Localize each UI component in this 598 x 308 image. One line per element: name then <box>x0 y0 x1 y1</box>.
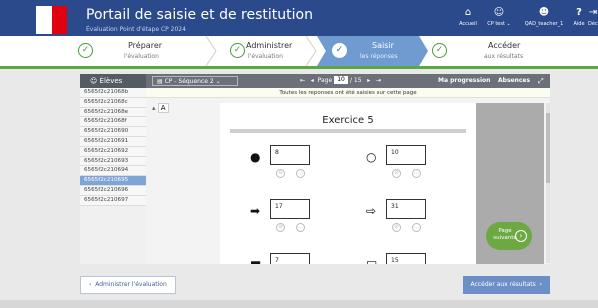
title-underline <box>230 129 466 133</box>
no-answer-icon[interactable]: … <box>296 223 305 232</box>
check-icon: ✓ <box>78 43 93 58</box>
pager: ⇤ ◂ Page 10 / 15 ▸ ⇥ <box>300 76 382 84</box>
republique-francaise-logo <box>21 6 67 34</box>
answer-field[interactable]: 31 <box>386 199 426 219</box>
exercise-title: Exercice 5 <box>322 115 374 126</box>
exercise-area: ▴ A Exercice 5 ● 8 ⊘ … ○ 10 ⊘ … ➡ 17 ⊘ …… <box>146 98 550 264</box>
logout-icon: ⇥ <box>588 7 598 18</box>
step-separator-icon <box>205 36 217 66</box>
step-results[interactable]: ✓ Accéder aux résultats <box>432 36 552 66</box>
home-icon: ⌂ <box>464 7 472 18</box>
student-item[interactable]: 6565f2c210692 <box>80 146 146 157</box>
status-strip <box>0 300 598 308</box>
students-header: ☺ Élèves <box>80 74 146 88</box>
no-answer-icon[interactable]: … <box>412 223 421 232</box>
progress-divider <box>0 66 598 69</box>
student-item[interactable]: 6565f2c21068c <box>80 97 146 108</box>
user-icon: ☻ <box>538 7 550 18</box>
student-item[interactable]: 6565f2c210693 <box>80 156 146 167</box>
chevron-left-icon: ‹ <box>89 281 92 288</box>
outline-arrow-icon: ⇨ <box>366 204 377 218</box>
student-item[interactable]: 6565f2c21068f <box>80 117 146 128</box>
page-number-input[interactable]: 10 <box>334 76 349 84</box>
student-item[interactable]: 6565f2c210691 <box>80 136 146 147</box>
outline-square-icon: □ <box>366 259 377 264</box>
no-answer-icon[interactable]: … <box>412 169 421 178</box>
filled-square-icon: ■ <box>250 259 261 264</box>
prev-page-icon[interactable]: ◂ <box>311 77 314 84</box>
app-header: Portail de saisie et de restitution Éval… <box>0 0 598 36</box>
book-icon: ▤ <box>157 78 163 85</box>
scrollbar-thumb[interactable] <box>546 113 550 183</box>
step-prepare[interactable]: ✓ Préparer l'évaluation <box>78 36 208 66</box>
incorrect-icon[interactable]: ⊘ <box>276 169 285 178</box>
answer-field[interactable]: 15 <box>386 253 426 264</box>
filled-arrow-icon: ➡ <box>250 204 261 218</box>
student-item[interactable]: 6565f2c210690 <box>80 127 146 137</box>
next-page-icon[interactable]: ▸ <box>367 77 370 84</box>
no-answer-icon[interactable]: … <box>296 169 305 178</box>
chevron-down-icon: ⌄ <box>215 78 221 85</box>
chevron-right-icon: › <box>539 281 542 288</box>
step-separator-icon <box>305 36 317 66</box>
font-size-control[interactable]: ▴ A <box>152 103 169 113</box>
check-icon: ✓ <box>432 43 447 58</box>
answer-field[interactable]: 8 <box>270 145 310 165</box>
incorrect-icon[interactable]: ⊘ <box>392 223 401 232</box>
student-item[interactable]: 6565f2c21068b <box>80 88 146 98</box>
first-page-icon[interactable]: ⇤ <box>300 77 305 84</box>
scrollbar[interactable] <box>546 103 550 263</box>
check-icon: ✓ <box>332 43 347 58</box>
nav-logout[interactable]: ⇥ Déconnexion <box>588 4 598 34</box>
nav-class-select[interactable]: ☺ CP test ⌄ <box>484 4 514 34</box>
student-item[interactable]: 6565f2c210696 <box>80 185 146 196</box>
exercise-sheet: Exercice 5 ● 8 ⊘ … ○ 10 ⊘ … ➡ 17 ⊘ … ⇨ 3… <box>220 103 476 264</box>
step-enter-answers[interactable]: ✓ Saisir les réponses <box>317 36 428 66</box>
student-item[interactable]: 6565f2c21068e <box>80 107 146 118</box>
sequence-select[interactable]: ▤ CP - Séquence 2 ⌄ <box>152 76 238 86</box>
incorrect-icon[interactable]: ⊘ <box>392 169 401 178</box>
absences-button[interactable]: Absences <box>498 74 530 88</box>
font-decrease-icon[interactable]: ▴ <box>152 104 156 112</box>
student-item[interactable]: 6565f2c210694 <box>80 166 146 177</box>
nav-help[interactable]: ? Aide <box>572 4 586 34</box>
group-icon: ☺ <box>493 7 505 18</box>
chevron-right-icon: › <box>515 230 527 242</box>
filled-circle-icon: ● <box>250 150 261 164</box>
help-icon: ? <box>576 7 582 18</box>
answer-field[interactable]: 7 <box>270 253 310 264</box>
step-administer[interactable]: ✓ Administrer l'évaluation <box>218 36 318 66</box>
nav-home[interactable]: ⌂ Accueil <box>456 4 480 34</box>
student-item[interactable]: 6565f2c210695 <box>80 176 146 186</box>
results-button[interactable]: Accéder aux résultats › <box>462 276 550 294</box>
app-subtitle: Évaluation Point d'étape CP 2024 <box>86 26 186 33</box>
next-page-button[interactable]: Page suivante › <box>486 222 532 250</box>
incorrect-icon[interactable]: ⊘ <box>276 223 285 232</box>
workflow-steps: ✓ Préparer l'évaluation ✓ Administrer l'… <box>0 36 598 66</box>
empty-circle-icon: ○ <box>366 150 377 164</box>
student-item[interactable]: 6565f2c210697 <box>80 195 146 206</box>
students-icon: ☺ <box>90 77 98 85</box>
completion-notice: Toutes les reponses ont été saisies sur … <box>146 88 550 98</box>
expand-icon[interactable]: ⤢ <box>538 74 544 88</box>
check-icon: ✓ <box>230 43 245 58</box>
answer-field[interactable]: 17 <box>270 199 310 219</box>
back-button[interactable]: ‹ Administrer l'évaluation <box>80 276 176 294</box>
last-page-icon[interactable]: ⇥ <box>376 77 381 84</box>
nav-user[interactable]: ☻ QAD_teacher_1 <box>520 4 568 34</box>
app-title: Portail de saisie et de restitution <box>86 7 313 23</box>
answer-field[interactable]: 10 <box>386 145 426 165</box>
my-progress-button[interactable]: Ma progression <box>438 74 490 88</box>
footer-nav: ‹ Administrer l'évaluation Accéder aux r… <box>80 276 550 296</box>
student-list: 6565f2c21068b 6565f2c21068c 6565f2c21068e 6… <box>80 88 146 264</box>
